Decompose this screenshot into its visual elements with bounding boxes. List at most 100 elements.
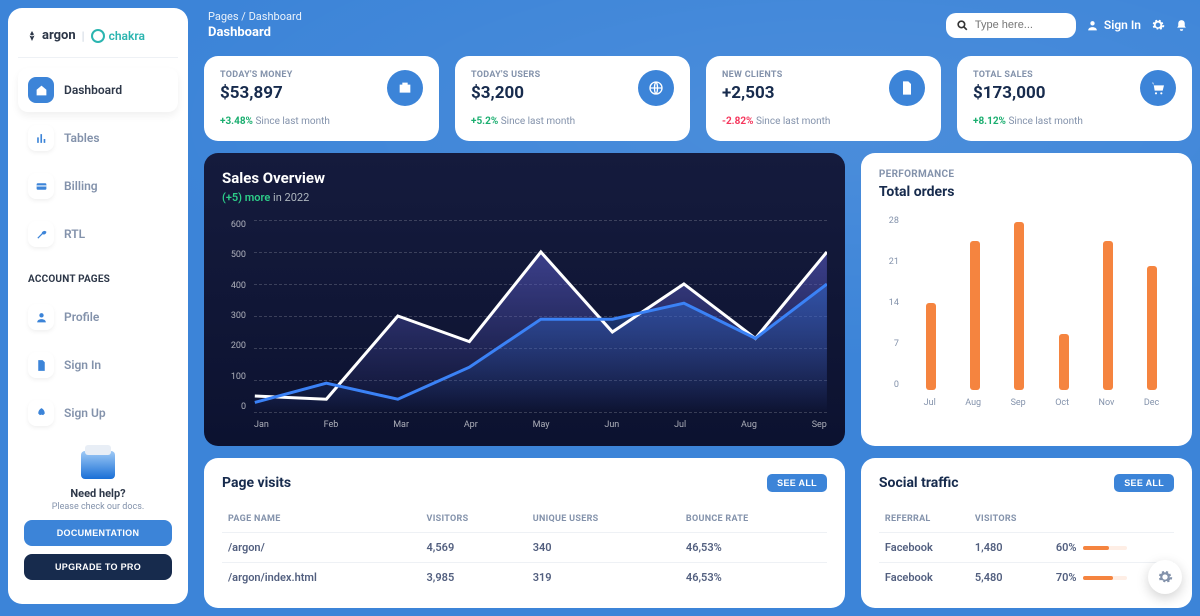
sidebar-item-profile[interactable]: Profile — [18, 295, 178, 339]
stat-since: Since last month — [1008, 116, 1082, 127]
see-all-button[interactable]: SEE ALL — [767, 474, 827, 492]
sidebar-heading-account: ACCOUNT PAGES — [18, 260, 178, 291]
y-tick: 21 — [879, 257, 899, 267]
table-row[interactable]: Facebook5,48070% — [879, 563, 1174, 593]
sidebar-item-label: Tables — [64, 131, 100, 145]
x-tick: Jul — [924, 398, 936, 408]
signin-link[interactable]: Sign In — [1086, 18, 1141, 32]
x-tick: Jul — [674, 420, 686, 430]
x-tick: Mar — [393, 420, 409, 430]
cell-page: /argon/index.html — [222, 563, 421, 593]
person-icon — [28, 304, 54, 330]
x-tick: Dec — [1144, 398, 1159, 408]
sidebar-item-signup[interactable]: Sign Up — [18, 391, 178, 435]
bar — [1059, 334, 1069, 390]
chakra-icon — [91, 29, 105, 43]
table-row[interactable]: /argon/index.html3,98531946,53% — [222, 563, 827, 593]
x-axis: JulAugSepOctNovDec — [909, 398, 1174, 408]
cell-page: /argon/ — [222, 533, 421, 563]
progress-bar — [1083, 546, 1127, 550]
help-subtitle: Please check our docs. — [24, 502, 172, 512]
cell-referral: Facebook — [879, 563, 969, 593]
stat-delta: +8.12% — [973, 116, 1006, 127]
gear-icon[interactable] — [1151, 18, 1165, 32]
sidebar-item-label: Billing — [64, 179, 98, 193]
search-box[interactable] — [946, 13, 1076, 38]
orders-bar-chart: 28211470JulAugSepOctNovDec — [879, 216, 1174, 408]
sidebar-item-signin[interactable]: Sign In — [18, 343, 178, 387]
x-axis: JanFebMarAprMayJunJulAugSep — [254, 420, 827, 430]
column-header: PAGE NAME — [222, 506, 421, 533]
stat-value: $53,897 — [220, 83, 293, 103]
stats-row: TODAY'S MONEY$53,897+3.48% Since last mo… — [204, 56, 1192, 141]
upgrade-button[interactable]: UPGRADE TO PRO — [24, 554, 172, 580]
page-visits-table: PAGE NAMEVISITORSUNIQUE USERSBOUNCE RATE… — [222, 506, 827, 592]
sidebar-item-label: Profile — [64, 310, 99, 324]
rocket-icon — [28, 400, 54, 426]
column-header: VISITORS — [969, 506, 1050, 533]
crumb-sep: / — [241, 10, 246, 23]
sidebar-item-billing[interactable]: Billing — [18, 164, 178, 208]
settings-fab[interactable] — [1148, 560, 1182, 594]
home-icon — [28, 77, 54, 103]
search-input[interactable] — [975, 19, 1061, 31]
help-title: Need help? — [24, 487, 172, 500]
cell-visitors: 4,569 — [421, 533, 527, 563]
sales-line-chart: 6005004003002001000JanFebMarAprMayJunJul… — [222, 220, 827, 430]
sidebar-item-rtl[interactable]: RTL — [18, 212, 178, 256]
wallet-icon — [387, 70, 423, 106]
documentation-button[interactable]: DOCUMENTATION — [24, 520, 172, 546]
column-header: UNIQUE USERS — [527, 506, 680, 533]
table-row[interactable]: /argon/4,56934046,53% — [222, 533, 827, 563]
bell-icon[interactable] — [1175, 19, 1188, 32]
stat-since: Since last month — [756, 116, 830, 127]
globe-icon — [638, 70, 674, 106]
cell-referral: Facebook — [879, 533, 969, 563]
x-tick: Sep — [1011, 398, 1026, 408]
x-tick: Jun — [604, 420, 619, 430]
progress-bar — [1083, 576, 1127, 580]
stat-card: TOTAL SALES $173,000 +8.12% Since last mon… — [957, 56, 1192, 141]
performance-label: PERFORMANCE — [879, 169, 1174, 180]
stat-value: +2,503 — [722, 83, 783, 103]
x-tick: Feb — [324, 420, 339, 430]
stat-label: TOTAL SALES — [973, 70, 1045, 80]
argon-icon — [26, 30, 38, 42]
bars — [909, 216, 1174, 390]
document-icon — [28, 352, 54, 378]
topbar-right: Sign In — [946, 13, 1188, 38]
cell-unique: 340 — [527, 533, 680, 563]
sidebar-item-dashboard[interactable]: Dashboard — [18, 68, 178, 112]
charts-row: Sales Overview (+5) more in 2022 6005004… — [204, 153, 1192, 446]
stat-value: $173,000 — [973, 83, 1045, 103]
main: Pages / Dashboard Dashboard Sign In — [204, 8, 1192, 608]
sidebar-item-label: Dashboard — [64, 83, 122, 97]
stat-card: TODAY'S MONEY$53,897+3.48% Since last mo… — [204, 56, 439, 141]
breadcrumb-block: Pages / Dashboard Dashboard — [208, 10, 302, 40]
column-header: REFERRAL — [879, 506, 969, 533]
x-tick: Nov — [1099, 398, 1115, 408]
breadcrumb: Pages / Dashboard — [208, 10, 302, 23]
help-box: Need help? Please check our docs. DOCUME… — [18, 445, 178, 586]
stat-label: TODAY'S USERS — [471, 70, 540, 80]
stat-delta: +3.48% — [220, 116, 253, 127]
y-tick: 0 — [879, 380, 899, 390]
crumb-root[interactable]: Pages — [208, 10, 239, 23]
see-all-button[interactable]: SEE ALL — [1114, 474, 1174, 492]
bar — [1014, 222, 1024, 390]
cell-bounce: 46,53% — [680, 533, 827, 563]
search-icon — [956, 19, 969, 32]
wrench-icon — [28, 221, 54, 247]
x-tick: May — [533, 420, 550, 430]
y-tick: 14 — [879, 298, 899, 308]
signin-label: Sign In — [1104, 18, 1141, 32]
person-icon — [1086, 19, 1099, 32]
column-header — [1050, 506, 1174, 533]
sales-sub-rest: in 2022 — [270, 191, 309, 204]
gear-icon — [1157, 569, 1173, 585]
sidebar-item-tables[interactable]: Tables — [18, 116, 178, 160]
sales-overview-panel: Sales Overview (+5) more in 2022 6005004… — [204, 153, 845, 446]
stat-footer: -2.82% Since last month — [722, 116, 925, 127]
table-row[interactable]: Facebook1,48060% — [879, 533, 1174, 563]
performance-title: Total orders — [879, 184, 1174, 200]
